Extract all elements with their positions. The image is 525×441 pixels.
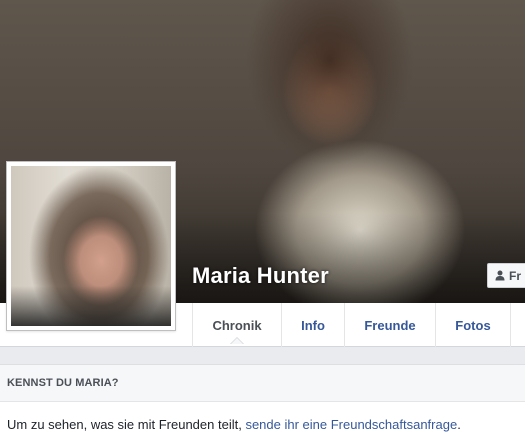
friend-request-link[interactable]: sende ihr eine Freundschaftsanfrage [245, 417, 457, 432]
active-tab-indicator [230, 337, 244, 344]
profile-picture[interactable] [6, 161, 176, 331]
know-person-body: Um zu sehen, was sie mit Freunden teilt, [7, 417, 246, 432]
know-person-tail: . [457, 417, 461, 432]
add-friend-icon [495, 270, 505, 281]
tab-info[interactable]: Info [281, 303, 344, 347]
add-friend-button[interactable]: Fr [487, 263, 525, 288]
know-person-box: KENNST DU MARIA? Um zu sehen, was sie mi… [0, 364, 525, 441]
tab-freunde[interactable]: Freunde [344, 303, 435, 347]
tab-fotos[interactable]: Fotos [435, 303, 511, 347]
profile-photo-image [11, 166, 171, 326]
profile-name[interactable]: Maria Hunter [192, 263, 329, 289]
add-friend-label: Fr [509, 268, 521, 283]
know-person-text: Um zu sehen, was sie mit Freunden teilt,… [0, 402, 525, 432]
know-person-heading: KENNST DU MARIA? [0, 365, 525, 402]
